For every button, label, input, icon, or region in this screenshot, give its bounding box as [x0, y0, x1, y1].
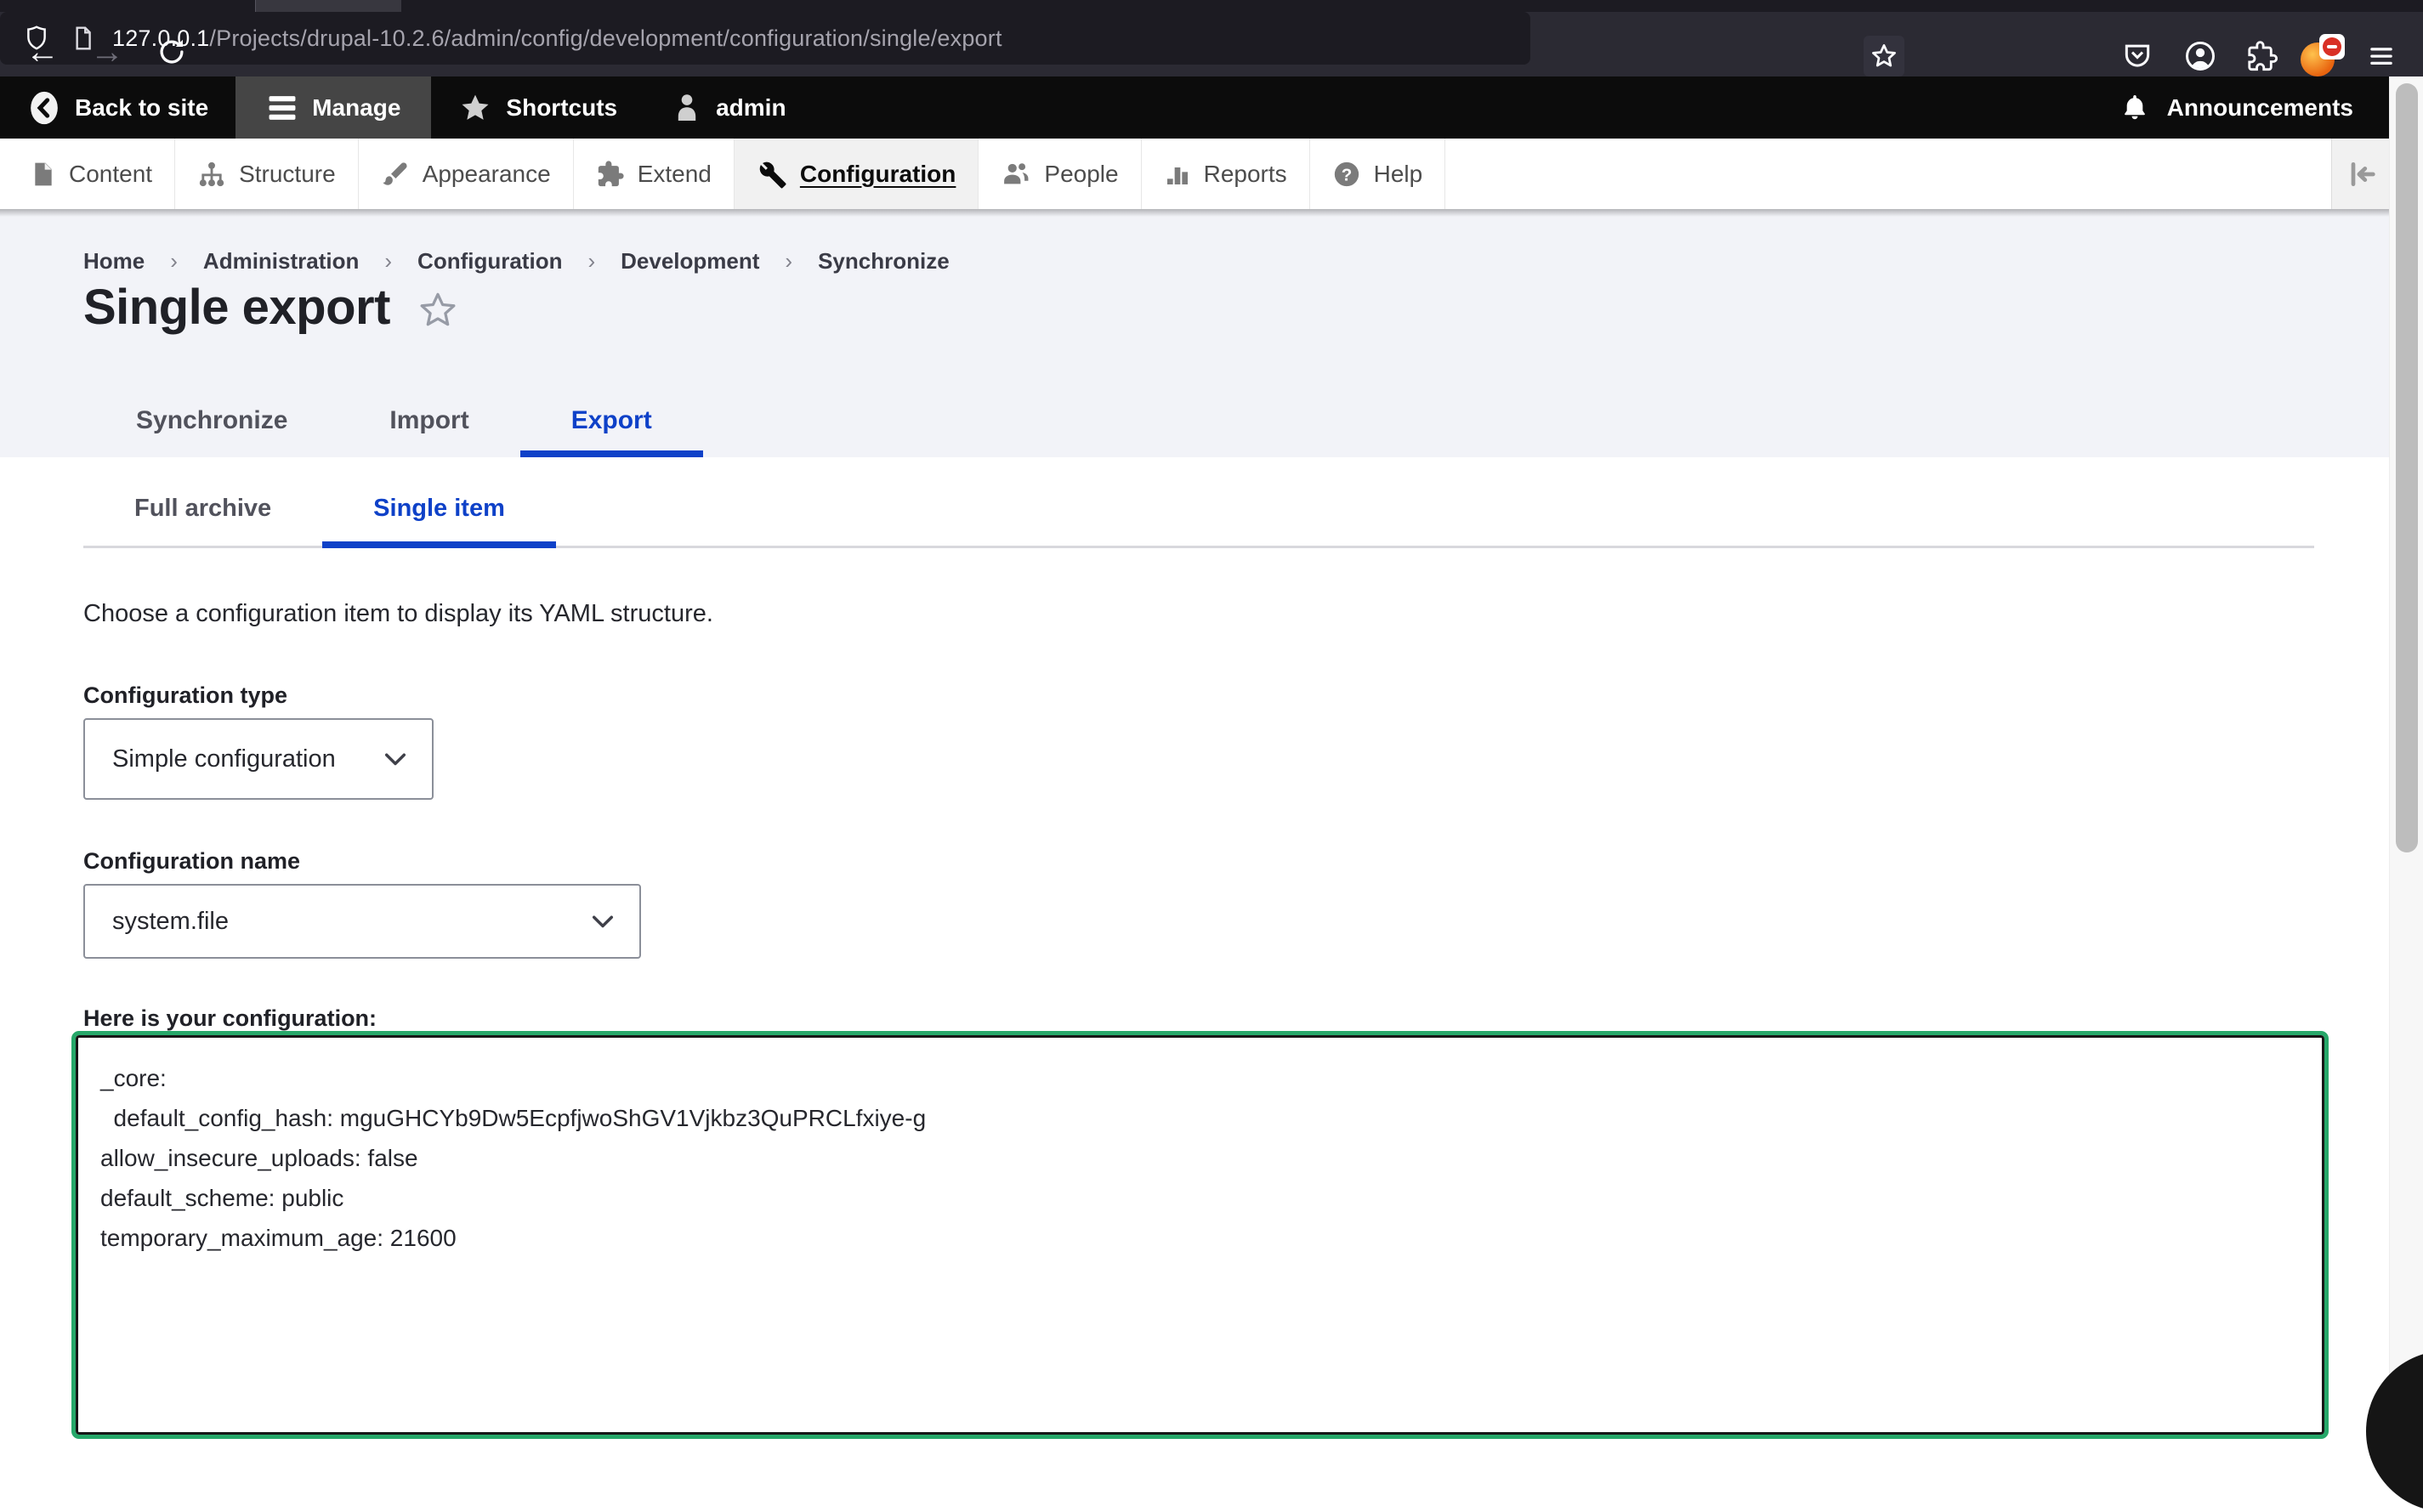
extensions-icon: [2246, 40, 2278, 72]
shortcuts-star-icon: [458, 91, 492, 125]
help-icon: ?: [1332, 160, 1361, 189]
escape-admin-icon: [27, 88, 61, 127]
menu-item-extend[interactable]: Extend: [574, 139, 735, 209]
bookmark-star-icon: [1869, 41, 1899, 71]
manage-button[interactable]: Manage: [235, 76, 431, 139]
config-type-label: Configuration type: [83, 682, 287, 709]
menu-item-structure[interactable]: Structure: [175, 139, 359, 209]
bell-icon: [2119, 93, 2150, 123]
tab-synchronize[interactable]: Synchronize: [85, 391, 338, 457]
app-menu-button[interactable]: [2359, 34, 2403, 78]
file-icon: [29, 161, 56, 188]
tab-import[interactable]: Import: [338, 391, 519, 457]
page-title: Single export: [83, 279, 390, 336]
tab-full-archive[interactable]: Full archive: [83, 476, 322, 548]
secondary-tabs: Full archive Single item: [83, 476, 556, 548]
main-content: Full archive Single item Choose a config…: [0, 457, 2423, 1387]
tab-export[interactable]: Export: [520, 391, 703, 457]
tab-single-item[interactable]: Single item: [322, 476, 556, 548]
puzzle-icon: [596, 160, 625, 189]
shortcuts-button[interactable]: Shortcuts: [431, 76, 644, 139]
toolbar-collapse-button[interactable]: [2331, 139, 2391, 209]
reload-button[interactable]: [146, 27, 197, 76]
address-bar[interactable]: 127.0.0.1/Projects/drupal-10.2.6/admin/c…: [0, 12, 1530, 65]
intro-text: Choose a configuration item to display i…: [83, 600, 713, 628]
admin-toolbar: Back to site Manage Shortcuts admin Anno…: [0, 76, 2391, 139]
announcements-button[interactable]: Announcements: [2119, 76, 2353, 139]
config-type-select[interactable]: Simple configuration: [83, 718, 434, 800]
chevron-down-icon: [587, 905, 619, 937]
svg-text:?: ?: [1341, 165, 1352, 184]
browser-toolbar: ← → 127.0.0.1/Projects/drupal-10.2.6/adm…: [0, 12, 2423, 76]
user-icon: [672, 92, 702, 124]
primary-tabs: Synchronize Import Export: [85, 391, 703, 457]
page-header: Home › Administration › Configuration › …: [0, 209, 2423, 457]
account-icon: [2183, 39, 2217, 73]
yaml-output-label: Here is your configuration:: [83, 1005, 377, 1032]
menu-item-help[interactable]: ? Help: [1310, 139, 1446, 209]
manage-hamburger-icon: [266, 93, 298, 122]
extension-badge-button[interactable]: [2301, 34, 2345, 78]
yaml-textarea-wrapper: _core: default_config_hash: mguGHCYb9Dw5…: [76, 1035, 2324, 1435]
extensions-button[interactable]: [2240, 34, 2284, 78]
menu-item-people[interactable]: People: [979, 139, 1141, 209]
chevron-down-icon: [379, 743, 411, 775]
paintbrush-icon: [381, 160, 410, 189]
menu-item-content[interactable]: Content: [0, 139, 175, 209]
pocket-icon: [2121, 40, 2153, 72]
admin-user-button[interactable]: admin: [644, 76, 813, 139]
config-name-value: system.file: [112, 908, 229, 936]
shortcuts-label: Shortcuts: [506, 94, 617, 122]
breadcrumb-link-synchronize[interactable]: Synchronize: [818, 248, 950, 275]
config-type-value: Simple configuration: [112, 745, 336, 773]
breadcrumb-link-configuration[interactable]: Configuration: [417, 248, 562, 275]
breadcrumb-separator: ›: [785, 248, 792, 275]
add-shortcut-star-icon[interactable]: [416, 288, 460, 332]
menu-item-appearance[interactable]: Appearance: [359, 139, 574, 209]
breadcrumb-separator: ›: [384, 248, 392, 275]
breadcrumb-separator: ›: [587, 248, 595, 275]
admin-user-label: admin: [716, 94, 786, 122]
admin-menu-bar: Content Structure Appearance Extend Conf…: [0, 139, 2423, 209]
breadcrumb: Home › Administration › Configuration › …: [83, 248, 950, 275]
breadcrumb-link-home[interactable]: Home: [83, 248, 145, 275]
bookmark-star-button[interactable]: [1864, 36, 1904, 76]
menu-shadow: [0, 209, 2423, 217]
wrench-icon: [757, 159, 787, 190]
back-to-site-label: Back to site: [75, 94, 208, 122]
announcements-label: Announcements: [2167, 94, 2353, 122]
scrollbar-thumb[interactable]: [2396, 83, 2418, 852]
url-text: 127.0.0.1/Projects/drupal-10.2.6/admin/c…: [112, 25, 1002, 52]
back-button[interactable]: ←: [17, 27, 68, 76]
browser-tab-strip: [0, 0, 2423, 12]
breadcrumb-link-administration[interactable]: Administration: [203, 248, 359, 275]
hamburger-icon: [2366, 41, 2397, 71]
account-button[interactable]: [2178, 34, 2222, 78]
back-to-site-button[interactable]: Back to site: [0, 76, 235, 139]
people-icon: [1001, 160, 1031, 189]
sitemap-icon: [197, 160, 226, 189]
breadcrumb-separator: ›: [170, 248, 178, 275]
yaml-textarea[interactable]: _core: default_config_hash: mguGHCYb9Dw5…: [78, 1038, 2322, 1432]
menu-item-configuration[interactable]: Configuration: [735, 139, 979, 209]
forward-button[interactable]: →: [82, 27, 133, 76]
manage-label: Manage: [312, 94, 400, 122]
menu-item-reports[interactable]: Reports: [1142, 139, 1310, 209]
collapse-left-icon: [2345, 157, 2379, 191]
browser-active-tab-edge[interactable]: [255, 0, 401, 12]
config-name-label: Configuration name: [83, 848, 300, 875]
url-path: /Projects/drupal-10.2.6/admin/config/dev…: [209, 25, 1002, 51]
pocket-button[interactable]: [2115, 34, 2159, 78]
reload-icon: [156, 36, 188, 68]
firefox-blocked-icon: [2301, 34, 2345, 78]
breadcrumb-link-development[interactable]: Development: [621, 248, 759, 275]
bar-chart-icon: [1164, 161, 1191, 188]
config-name-select[interactable]: system.file: [83, 884, 641, 959]
